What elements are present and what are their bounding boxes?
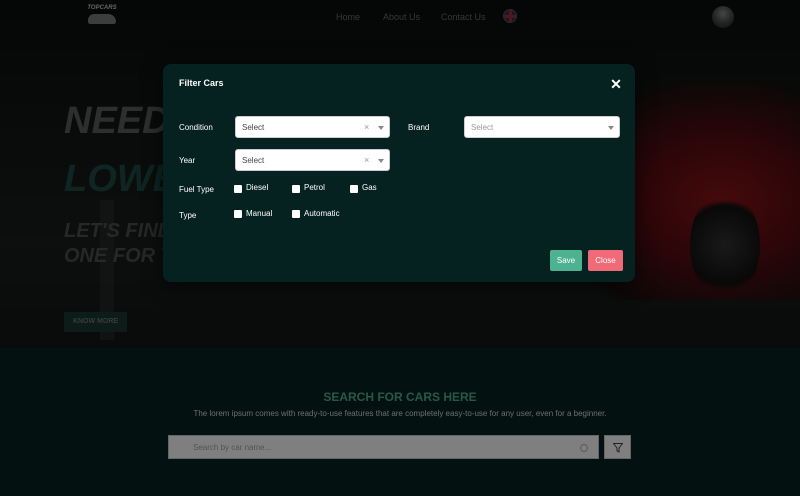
diesel-checkbox[interactable]	[234, 185, 242, 193]
brand-select[interactable]: Select	[464, 116, 620, 138]
brand-label: Brand	[408, 123, 430, 132]
condition-label: Condition	[179, 123, 213, 132]
automatic-label: Automatic	[304, 209, 340, 218]
condition-select-value: Select	[242, 123, 265, 132]
clear-icon[interactable]: ×	[364, 155, 369, 165]
petrol-label: Petrol	[304, 183, 325, 192]
fuel-type-label: Fuel Type	[179, 185, 214, 194]
manual-checkbox[interactable]	[234, 210, 242, 218]
year-select-value: Select	[242, 156, 265, 165]
year-select[interactable]: Select ×	[235, 149, 390, 171]
modal-title: Filter Cars	[179, 78, 224, 88]
gas-label: Gas	[362, 183, 377, 192]
type-label: Type	[179, 211, 197, 220]
chevron-down-icon	[378, 126, 384, 130]
chevron-down-icon	[608, 126, 614, 130]
clear-icon[interactable]: ×	[364, 122, 369, 132]
manual-label: Manual	[246, 209, 273, 218]
gas-checkbox[interactable]	[350, 185, 358, 193]
chevron-down-icon	[378, 159, 384, 163]
diesel-label: Diesel	[246, 183, 269, 192]
close-button[interactable]: Close	[588, 250, 623, 271]
save-button[interactable]: Save	[550, 250, 582, 271]
automatic-checkbox[interactable]	[292, 210, 300, 218]
year-label: Year	[179, 156, 196, 165]
filter-cars-modal: Filter Cars ✕ Condition Select × Brand S…	[163, 64, 635, 282]
close-icon[interactable]: ✕	[609, 77, 623, 91]
condition-select[interactable]: Select ×	[235, 116, 390, 138]
petrol-checkbox[interactable]	[292, 185, 300, 193]
brand-select-value: Select	[471, 123, 494, 132]
